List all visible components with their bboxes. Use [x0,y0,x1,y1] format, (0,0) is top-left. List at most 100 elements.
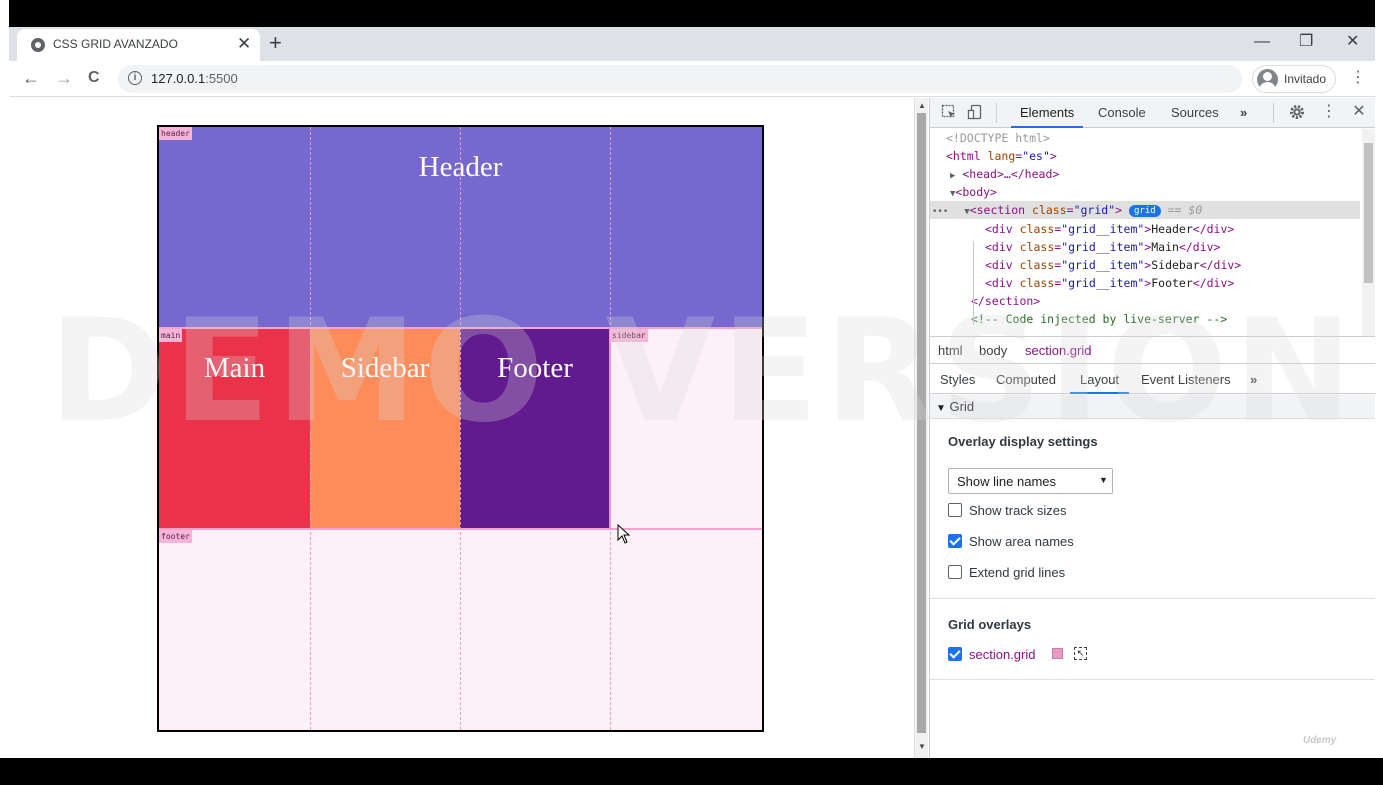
video-frame-bottom [0,758,1383,785]
tab-event-listeners[interactable]: Event Listeners [1141,372,1231,387]
info-icon[interactable]: i [128,71,142,85]
section-divider [930,598,1375,599]
tab-sources[interactable]: Sources [1171,105,1219,120]
more-subtabs-button[interactable]: » [1250,372,1257,387]
new-tab-button[interactable]: + [269,30,282,56]
video-frame-top [0,0,1383,27]
line-names-select[interactable]: Show line names ▼ [948,468,1113,494]
restore-button[interactable]: ❐ [1299,31,1313,53]
scroll-down-icon[interactable]: ▼ [918,742,926,751]
area-name-sidebar: sidebar [610,329,648,342]
area-border-sidebar [609,328,611,529]
sidebar-text: Sidebar [340,352,430,384]
page-viewport: Header Main Sidebar Footer header main s… [9,98,914,758]
overlay-color-swatch[interactable] [1052,648,1063,659]
show-area-names-label: Show area names [969,534,1074,549]
settings-gear-icon[interactable] [1289,104,1305,120]
scroll-up-icon[interactable]: ▲ [918,101,926,110]
breadcrumb-section-grid[interactable]: section.grid [1025,343,1091,358]
grid-item-footer[interactable]: Footer [460,328,610,529]
dom-div-sidebar[interactable]: <div class="grid__item">Sidebar</div> [985,256,1241,274]
devtools-menu-icon[interactable]: ⋮ [1321,104,1337,120]
show-track-sizes-label: Show track sizes [969,503,1067,518]
show-track-sizes-checkbox[interactable] [948,503,962,517]
browser-window: CSS GRID AVANZADO ✕ + — ❐ ✕ ← → C i 127.… [9,27,1375,758]
dom-div-footer[interactable]: <div class="grid__item">Footer</div> [985,274,1234,292]
tab-computed[interactable]: Computed [996,372,1056,387]
extend-grid-lines-checkbox[interactable] [948,565,962,579]
dom-tree: <!DOCTYPE html> <html lang="es"> ▶ <head… [930,129,1375,336]
video-frame-right [1375,0,1383,785]
back-button[interactable]: ← [22,67,40,89]
device-toolbar-icon[interactable] [967,104,983,120]
dom-body[interactable]: ▼<body> [950,183,997,201]
sidebar-pane-tabs: Styles Computed Layout Event Listeners » [930,365,1375,394]
minimize-button[interactable]: — [1254,31,1270,53]
dom-head[interactable]: ▶ <head>…</head> [950,165,1059,183]
dom-html[interactable]: <html lang="es"> [946,147,1057,165]
tab-separator [996,103,997,123]
area-name-header: header [159,127,192,140]
scrollbar-thumb[interactable] [917,113,926,733]
overlay-section-grid-checkbox[interactable] [948,647,962,661]
grid-line-row-2 [159,327,762,329]
layout-pane: ▼ Grid Overlay display settings Show lin… [930,395,1375,758]
tab-styles[interactable]: Styles [940,372,975,387]
overlay-section-grid-label: section.grid [969,647,1036,662]
url-host: 127.0.0.1 [151,71,206,86]
tab-elements[interactable]: Elements [1010,105,1084,128]
dom-comment[interactable]: <!-- Code injected by live-server --> [971,310,1227,328]
inspect-element-icon[interactable] [941,104,957,120]
reload-button[interactable]: C [88,67,100,89]
grid-section[interactable]: Header Main Sidebar Footer header main s… [157,125,764,732]
dom-indent-guide [973,241,974,325]
devtools-tabbar: Elements Console Sources » ⋮ ✕ [930,98,1375,128]
tab-close-icon[interactable]: ✕ [237,34,251,54]
more-tabs-button[interactable]: » [1240,105,1247,120]
breadcrumb-body[interactable]: body [979,343,1007,358]
profile-button[interactable]: Invitado [1252,65,1336,93]
extend-grid-lines-label: Extend grid lines [969,565,1066,580]
globe-icon [31,38,45,52]
dom-section-close[interactable]: </section> [971,292,1040,310]
chevron-down-icon: ▼ [1099,475,1108,485]
forward-button[interactable]: → [55,67,73,89]
close-devtools-icon[interactable]: ✕ [1351,104,1367,120]
highlight-element-icon[interactable]: ↖ [1074,647,1087,660]
tab-title: CSS GRID AVANZADO [53,37,178,51]
dom-section-grid[interactable]: ••• ▼<section class="grid"> grid == $0 [930,201,1360,219]
browser-tab[interactable]: CSS GRID AVANZADO ✕ [17,29,260,61]
overlay-settings-title: Overlay display settings [948,434,1098,449]
area-name-footer: footer [159,530,192,543]
url-text: 127.0.0.1:5500 [151,71,238,86]
tab-console[interactable]: Console [1098,105,1146,120]
tab-layout[interactable]: Layout [1069,372,1130,394]
grid-overlays-title: Grid overlays [948,617,1032,632]
address-bar[interactable]: i 127.0.0.1:5500 [118,65,1242,93]
dom-div-header[interactable]: <div class="grid__item">Header</div> [985,220,1234,238]
dom-scrollbar[interactable] [1362,129,1375,336]
footer-text: Footer [497,352,573,384]
udemy-logo: Udemy [1303,735,1337,746]
grid-badge[interactable]: grid [1129,205,1161,217]
profile-name: Invitado [1284,72,1327,86]
area-name-main: main [159,329,183,342]
breadcrumb-html[interactable]: html [938,343,963,358]
browser-menu-icon[interactable]: ⋮ [1350,68,1366,88]
grid-section-header[interactable]: ▼ Grid [930,395,1375,419]
tab-separator [1273,103,1274,123]
close-window-button[interactable]: ✕ [1346,31,1359,53]
section-divider [930,679,1375,680]
main-text: Main [203,352,266,384]
grid-line-col-2 [310,127,311,730]
grid-line-row-3 [159,528,762,530]
page-scrollbar[interactable]: ▲ ▼ [914,98,928,758]
url-port: :5500 [205,71,238,86]
tab-strip: CSS GRID AVANZADO ✕ + — ❐ ✕ [9,27,1375,61]
dom-div-main[interactable]: <div class="grid__item">Main</div> [985,238,1220,256]
dom-scrollbar-thumb[interactable] [1364,143,1373,283]
dom-doctype[interactable]: <!DOCTYPE html> [946,129,1050,147]
grid-item-main[interactable]: Main [159,328,310,529]
show-area-names-checkbox[interactable] [948,534,962,548]
grid-item-sidebar[interactable]: Sidebar [310,328,460,529]
